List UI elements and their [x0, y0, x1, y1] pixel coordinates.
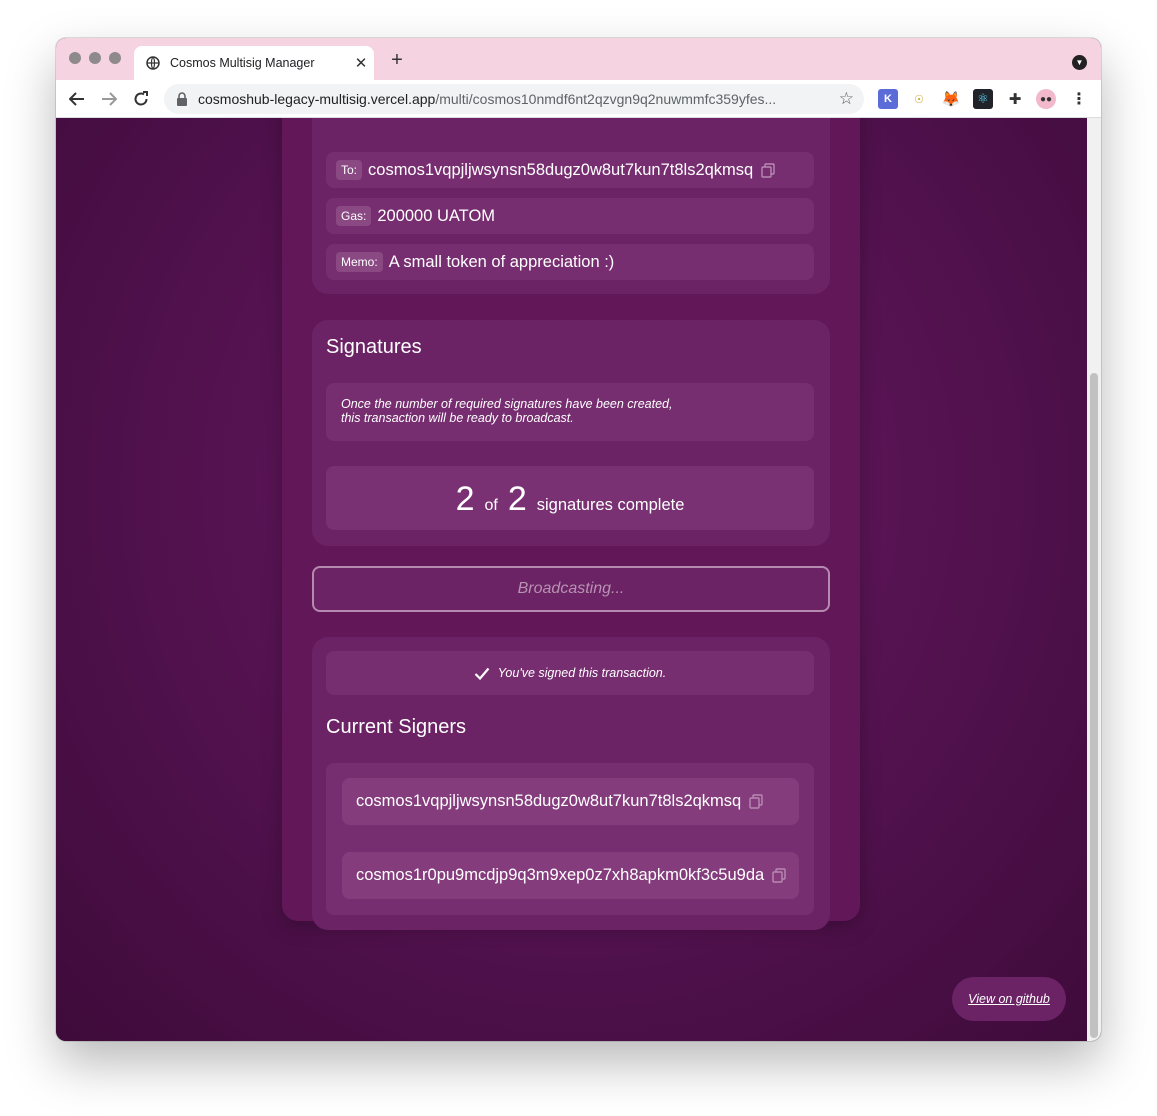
extension-keplr-icon[interactable]: ☉ [909, 89, 929, 109]
extension-react-devtools-icon[interactable]: ⚛ [973, 89, 993, 109]
signatures-complete-label: signatures complete [536, 496, 685, 514]
tab-title: Cosmos Multisig Manager [170, 56, 315, 70]
signatures-required: 2 [507, 480, 527, 518]
signer-address: cosmos1vqpjljwsynsn58dugz0w8ut7kun7t8ls2… [356, 792, 742, 810]
browser-window: Cosmos Multisig Manager ✕ + ▼ cosmoshub-… [56, 38, 1101, 1041]
memo-label: Memo: [336, 252, 383, 272]
new-tab-button[interactable]: + [386, 49, 408, 72]
close-window-button[interactable] [69, 52, 81, 64]
to-label: To: [336, 160, 363, 180]
memo-value: A small token of appreciation :) [388, 252, 615, 271]
reload-icon [134, 91, 148, 106]
transaction-details-section: To: cosmos1vqpjljwsynsn58dugz0w8ut7kun7t… [312, 118, 830, 294]
scrollbar-track[interactable] [1087, 118, 1101, 1041]
signer-item: cosmos1r0pu9mcdjp9q3m9xep0z7xh8apkm0kf3c… [342, 852, 799, 899]
signers-list: cosmos1vqpjljwsynsn58dugz0w8ut7kun7t8ls2… [326, 763, 814, 915]
profile-avatar-icon[interactable]: ●● [1036, 89, 1056, 109]
url-path: /multi/cosmos10nmdf6nt2qzvgn9q2nuwmmfc35… [435, 91, 777, 107]
signatures-note-line1: Once the number of required signatures h… [341, 397, 673, 411]
gas-row: Gas: 200000 UATOM [326, 198, 814, 234]
forward-button[interactable] [96, 86, 122, 112]
url-host: cosmoshub-legacy-multisig.vercel.app [198, 91, 436, 107]
signatures-current: 2 [455, 480, 475, 518]
copy-icon[interactable] [772, 868, 786, 883]
view-on-github-link[interactable]: View on github [952, 977, 1066, 1021]
minimize-window-button[interactable] [89, 52, 101, 64]
tab-strip: Cosmos Multisig Manager ✕ + ▼ [56, 38, 1101, 80]
signed-status: You've signed this transaction. [326, 651, 814, 695]
to-row: To: cosmos1vqpjljwsynsn58dugz0w8ut7kun7t… [326, 152, 814, 188]
signatures-section: Signatures Once the number of required s… [312, 320, 830, 546]
back-button[interactable] [64, 86, 90, 112]
gas-value: 200000 UATOM [377, 206, 496, 225]
extension-metamask-icon[interactable]: 🦊 [941, 89, 961, 109]
address-bar[interactable]: cosmoshub-legacy-multisig.vercel.app/mul… [164, 84, 864, 114]
tab-search-icon[interactable]: ▼ [1072, 55, 1087, 70]
checkmark-icon [474, 667, 490, 680]
globe-icon [146, 56, 160, 70]
signed-message: You've signed this transaction. [497, 666, 667, 680]
memo-row: Memo: A small token of appreciation :) [326, 244, 814, 280]
extension-k-icon[interactable]: K [878, 89, 898, 109]
gas-label: Gas: [336, 206, 372, 226]
browser-tab[interactable]: Cosmos Multisig Manager ✕ [134, 46, 374, 80]
signers-section: You've signed this transaction. Current … [312, 637, 830, 930]
lock-icon [177, 92, 187, 106]
signature-counter: 2 of 2 signatures complete [326, 466, 814, 530]
bookmark-star-icon[interactable]: ☆ [839, 89, 854, 109]
current-signers-title: Current Signers [326, 716, 467, 738]
copy-icon[interactable] [761, 162, 775, 178]
signer-address: cosmos1r0pu9mcdjp9q3m9xep0z7xh8apkm0kf3c… [356, 866, 765, 884]
page-viewport: To: cosmos1vqpjljwsynsn58dugz0w8ut7kun7t… [56, 118, 1101, 1041]
to-address: cosmos1vqpjljwsynsn58dugz0w8ut7kun7t8ls2… [368, 160, 754, 179]
signatures-note-line2: this transaction will be ready to broadc… [341, 411, 574, 425]
copy-icon[interactable] [749, 794, 763, 809]
scrollbar-thumb[interactable] [1090, 373, 1098, 1038]
forward-arrow-icon [102, 92, 117, 106]
signer-item: cosmos1vqpjljwsynsn58dugz0w8ut7kun7t8ls2… [342, 778, 799, 825]
close-tab-icon[interactable]: ✕ [348, 54, 374, 72]
signatures-of-label: of [484, 497, 498, 514]
browser-toolbar: cosmoshub-legacy-multisig.vercel.app/mul… [56, 80, 1101, 118]
reload-button[interactable] [128, 86, 154, 112]
extensions-puzzle-icon[interactable]: ✚ [1005, 89, 1025, 109]
transaction-card: To: cosmos1vqpjljwsynsn58dugz0w8ut7kun7t… [282, 118, 860, 930]
signatures-title: Signatures [326, 336, 422, 358]
signatures-note: Once the number of required signatures h… [326, 383, 814, 441]
zoom-window-button[interactable] [109, 52, 121, 64]
broadcast-button[interactable]: Broadcasting... [312, 566, 830, 612]
browser-menu-icon[interactable]: ⋮ [1069, 89, 1089, 109]
back-arrow-icon [69, 92, 84, 106]
